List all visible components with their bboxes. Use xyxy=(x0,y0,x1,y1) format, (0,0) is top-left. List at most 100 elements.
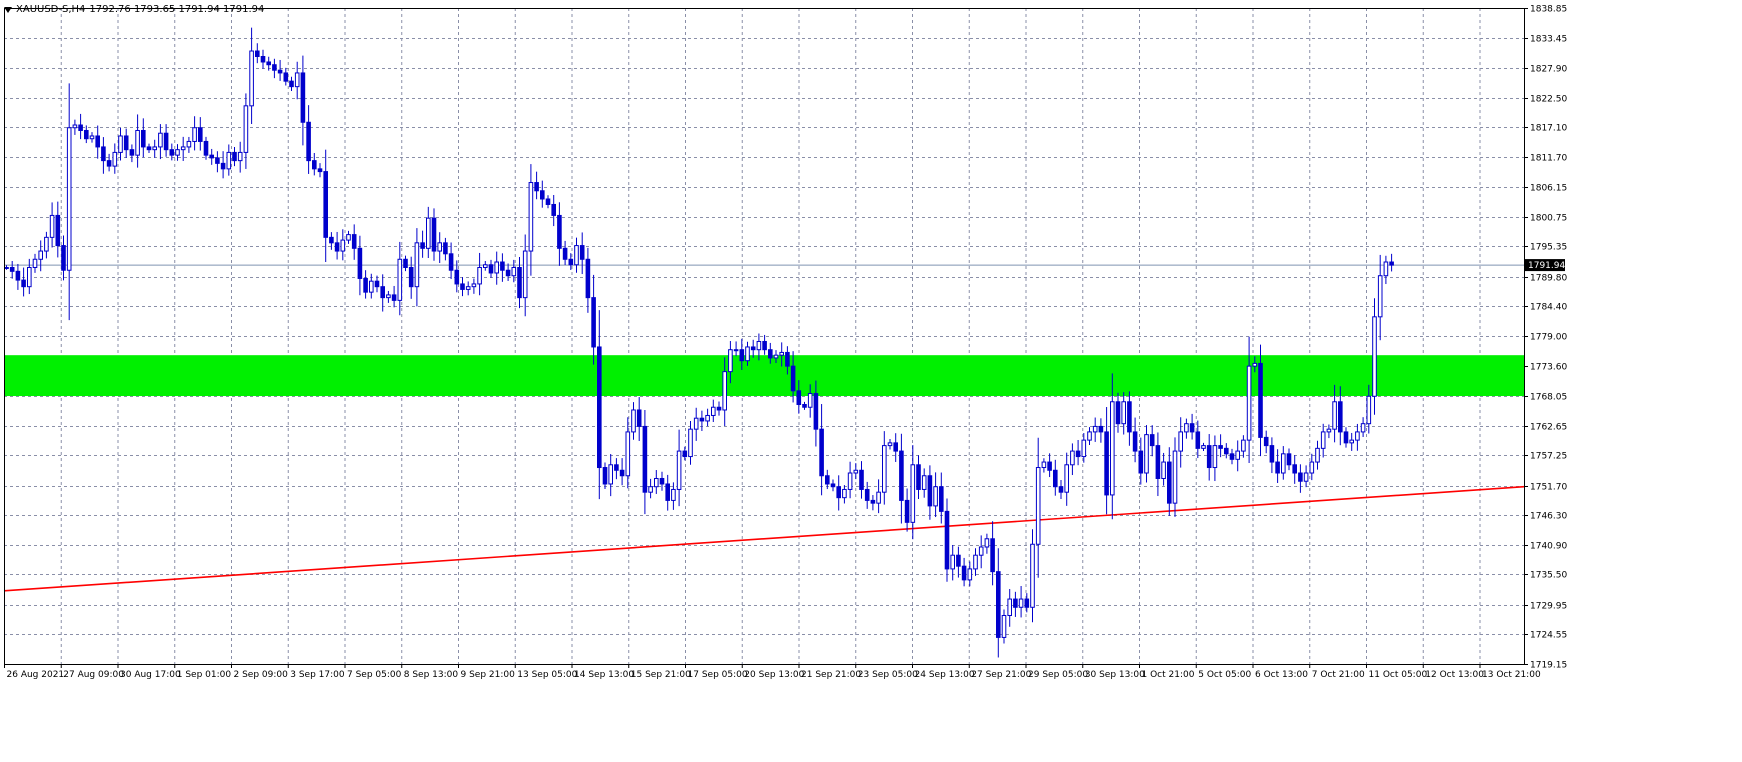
dropdown-arrow-icon[interactable] xyxy=(4,6,12,13)
candle-body-bear xyxy=(825,475,830,485)
candle-body-bear xyxy=(750,346,756,351)
candle-body-bear xyxy=(540,190,545,200)
candle-body-bear xyxy=(1024,598,1030,608)
candle-body-bear xyxy=(802,404,807,408)
candle-body-bear xyxy=(591,297,596,348)
candle-body-bear xyxy=(21,279,26,288)
candle-body-bear xyxy=(232,151,237,162)
candle-body-bull xyxy=(494,261,499,274)
candle-body-bull xyxy=(807,393,813,408)
candle-body-bear xyxy=(956,554,961,567)
candle-body-bull xyxy=(346,234,351,241)
candle-body-bear xyxy=(95,135,101,148)
candle-body-bear xyxy=(796,390,802,406)
symbol-label: XAUUSD-S,H4 xyxy=(16,4,86,15)
candle-body-bear xyxy=(203,140,209,156)
candle-body-bull xyxy=(1355,431,1360,441)
candle-body-bear xyxy=(568,258,574,266)
candle-body-bull xyxy=(32,258,38,268)
price-tick-label: 1762.65 xyxy=(1530,423,1567,433)
time-tick-label: 27 Aug 09:00 xyxy=(63,670,124,680)
candle-body-bull xyxy=(1212,445,1218,469)
candle-body-bull xyxy=(1235,450,1241,460)
zone-rectangle xyxy=(5,355,1524,397)
time-tick-label: 21 Sep 21:00 xyxy=(801,670,861,680)
candle-body-bear xyxy=(1058,486,1064,493)
candle-body-bull xyxy=(1161,461,1166,479)
candle-body-bear xyxy=(1224,447,1229,455)
candle-body-bear xyxy=(642,425,648,493)
candle-body-bear xyxy=(557,214,562,249)
candle-body-bull xyxy=(1246,365,1252,441)
candle-body-bull xyxy=(226,151,232,170)
candle-body-bear xyxy=(391,294,397,301)
candle-body-bull xyxy=(1121,401,1127,425)
candle-body-bear xyxy=(1132,431,1138,452)
candle-body-bull xyxy=(426,217,431,249)
price-tick-label: 1779.00 xyxy=(1530,333,1567,343)
candle-body-bear xyxy=(277,69,283,74)
price-chart[interactable]: 26 Aug 2021 27 Aug 09:0030 Aug 17:001 Sep… xyxy=(0,0,1742,762)
candle-body-bear xyxy=(306,121,311,162)
candle-body-bull xyxy=(631,409,636,433)
time-tick-label: 5 Oct 05:00 xyxy=(1198,670,1251,680)
axes-layer: 26 Aug 2021 27 Aug 09:0030 Aug 17:001 Sep… xyxy=(4,5,1567,680)
candle-body-bear xyxy=(505,269,511,277)
candle-body-bull xyxy=(1349,439,1355,444)
candle-body-bull xyxy=(745,346,750,362)
candle-body-bear xyxy=(1104,431,1109,496)
candle-body-bull xyxy=(158,132,163,148)
candle-body-bear xyxy=(1206,445,1212,469)
candle-body-bull xyxy=(853,469,859,474)
candle-body-bear xyxy=(597,346,602,469)
candle-body-bear xyxy=(1149,434,1155,447)
time-tick-label: 7 Sep 05:00 xyxy=(347,670,402,680)
candle-body-bull xyxy=(676,450,682,490)
candle-body-bear xyxy=(785,351,790,367)
candle-body-bull xyxy=(1315,447,1320,463)
price-tick-label: 1724.55 xyxy=(1530,631,1567,641)
time-tick-label: 6 Oct 13:00 xyxy=(1255,670,1308,680)
candle-body-bear xyxy=(836,486,842,499)
candle-body-bear xyxy=(272,64,277,71)
candle-body-bear xyxy=(916,464,921,490)
candle-body-bull xyxy=(397,258,403,301)
candle-body-bull xyxy=(654,477,659,488)
candle-body-bull xyxy=(705,414,710,422)
candle-body-bull xyxy=(779,351,785,356)
candle-body-bear xyxy=(363,277,368,293)
candle-body-bull xyxy=(1377,275,1383,318)
chart-title-bar[interactable]: XAUUSD-S,H4 1792.76 1793.65 1791.94 1791… xyxy=(4,4,264,15)
time-tick-label: 13 Sep 05:00 xyxy=(517,670,577,680)
candle-body-bear xyxy=(220,162,226,170)
candle-body-bear xyxy=(996,571,1001,638)
candle-body-bear xyxy=(1189,423,1195,433)
candle-body-bull xyxy=(756,340,762,351)
candle-body-bull xyxy=(1366,395,1372,425)
candle-body-bear xyxy=(665,483,671,501)
candle-body-bull xyxy=(414,242,420,288)
candle-body-bear xyxy=(334,242,340,252)
chart-window[interactable]: 26 Aug 2021 27 Aug 09:00 30 Aug 17:00 1 Sep… xyxy=(0,0,1742,762)
candle-body-bull xyxy=(135,129,140,156)
candle-body-bull xyxy=(876,491,881,504)
time-tick-label: 3 Sep 17:00 xyxy=(290,670,345,680)
price-tick-label: 1800.75 xyxy=(1530,214,1567,224)
candle-body-bull xyxy=(847,472,853,490)
candle-body-bull xyxy=(973,554,978,570)
candle-body-bull xyxy=(1070,450,1075,466)
candle-body-bull xyxy=(471,283,477,288)
candle-body-bull xyxy=(4,266,9,269)
candle-body-bear xyxy=(551,203,557,216)
candle-body-bear xyxy=(899,450,904,501)
candle-body-bull xyxy=(522,250,528,299)
candle-body-bull xyxy=(978,546,984,556)
candle-body-bear xyxy=(78,124,83,131)
candle-body-bear xyxy=(454,269,460,285)
candle-body-bull xyxy=(1087,431,1092,441)
candle-body-bear xyxy=(255,50,260,58)
candle-body-bear xyxy=(790,365,796,392)
candle-body-bull xyxy=(186,140,192,148)
time-tick-label: 13 Oct 21:00 xyxy=(1482,670,1541,680)
candle-body-bull xyxy=(465,286,471,290)
